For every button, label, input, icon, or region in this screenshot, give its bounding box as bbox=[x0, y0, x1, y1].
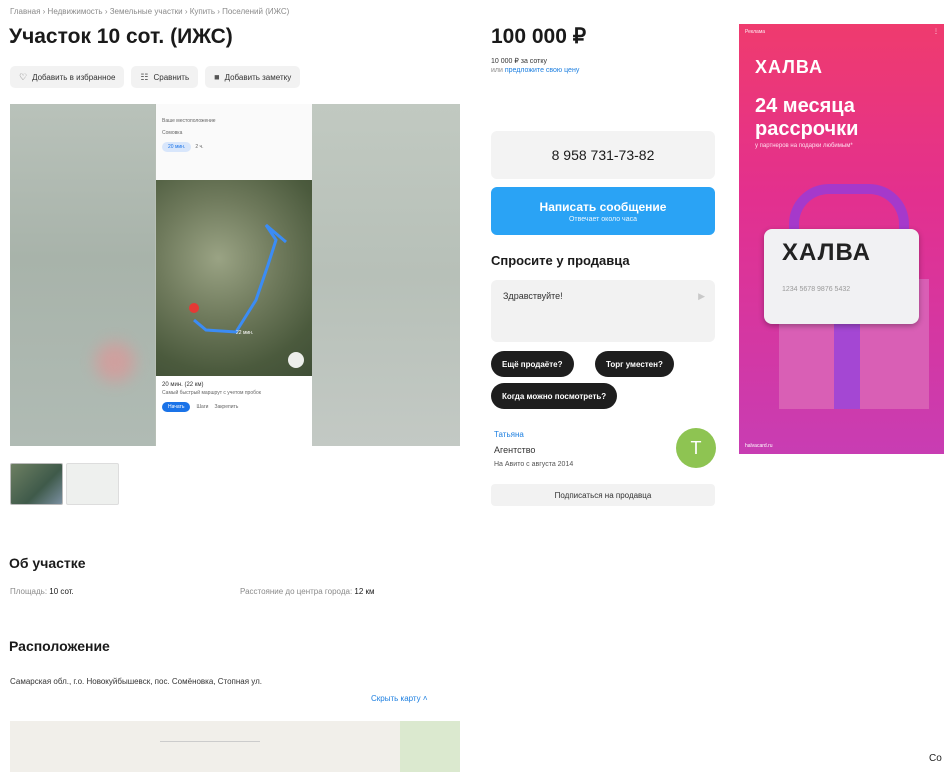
route-from: Ваше местоположение bbox=[162, 118, 216, 124]
location-heading: Расположение bbox=[9, 638, 110, 654]
message-button-label: Написать сообщение bbox=[539, 199, 667, 214]
ad-card-brand: ХАЛВА bbox=[782, 239, 871, 266]
avatar[interactable]: Т bbox=[676, 428, 716, 468]
ad-domain: halvacard.ru bbox=[745, 443, 773, 449]
map-road bbox=[160, 741, 260, 742]
main-photo[interactable]: Ваше местоположение Сомовка 20 мин. 2 ч.… bbox=[156, 104, 312, 446]
map-route-label: 22 мин. bbox=[236, 330, 254, 336]
ask-seller-heading: Спросите у продавца bbox=[491, 253, 630, 268]
satellite-map: 22 мин. bbox=[156, 180, 312, 376]
write-message-button[interactable]: Написать сообщение Отвечает около часа bbox=[491, 187, 715, 235]
thumbnail-strip bbox=[10, 463, 119, 505]
save-label: Закрепить bbox=[214, 404, 239, 410]
price: 100 000 ₽ bbox=[491, 25, 587, 48]
about-heading: Об участке bbox=[9, 555, 86, 571]
favorite-label: Добавить в избранное bbox=[32, 72, 116, 82]
offer-prefix: или bbox=[491, 67, 503, 74]
breadcrumb[interactable]: Главная › Недвижимость › Земельные участ… bbox=[10, 7, 289, 16]
add-to-favorites-button[interactable]: ♡ Добавить в избранное bbox=[10, 66, 125, 88]
seller-type: Агентство bbox=[494, 445, 536, 455]
page-title: Участок 10 сот. (ИЖС) bbox=[9, 25, 233, 48]
distance-value: 12 км bbox=[354, 587, 375, 596]
seller-since: На Авито с августа 2014 bbox=[494, 461, 574, 468]
map-green-area bbox=[400, 721, 460, 772]
mode-walk: 2 ч. bbox=[195, 144, 204, 150]
distance-label: Расстояние до центра города: bbox=[240, 587, 353, 596]
thumbnail-2[interactable] bbox=[66, 463, 119, 505]
ad-headline-line-2: рассрочки bbox=[755, 118, 859, 140]
route-panel: Ваше местоположение Сомовка 20 мин. 2 ч. bbox=[156, 104, 312, 181]
photo-blur-marker bbox=[95, 342, 135, 382]
ask-seller-input[interactable]: Здравствуйте! ▶ bbox=[491, 280, 715, 342]
quick-question-bargain[interactable]: Торг уместен? bbox=[595, 351, 674, 377]
ad-headline-line-1: 24 месяца bbox=[755, 95, 855, 117]
ad-banner[interactable]: Реклама ⋮ ХАЛВА 24 месяца рассрочки у па… bbox=[739, 24, 944, 454]
route-note: Самый быстрый маршрут с учетом пробок bbox=[162, 390, 261, 396]
distance-param: Расстояние до центра города: 12 км bbox=[240, 587, 375, 596]
ad-subtext: у партнеров на подарки любимым* bbox=[755, 143, 853, 149]
photo-gallery[interactable]: Ваше местоположение Сомовка 20 мин. 2 ч.… bbox=[10, 104, 460, 446]
photo-blur-right bbox=[312, 104, 460, 446]
area-value: 10 сот. bbox=[49, 587, 74, 596]
location-map[interactable] bbox=[10, 721, 460, 772]
route-summary: 20 мин. (22 км) Самый быстрый маршрут с … bbox=[156, 376, 312, 446]
area-param: Площадь: 10 сот. bbox=[10, 587, 74, 596]
route-line bbox=[189, 223, 304, 368]
heart-icon: ♡ bbox=[19, 71, 28, 82]
note-icon: ■ bbox=[214, 72, 220, 82]
mode-car: 20 мин. bbox=[162, 142, 192, 152]
listing-actions: ♡ Добавить в избранное ☷ Сравнить ■ Доба… bbox=[10, 66, 301, 88]
route-eta: 20 мин. (22 км) bbox=[162, 382, 204, 388]
quick-question-still-selling[interactable]: Ещё продаёте? bbox=[491, 351, 574, 377]
compare-label: Сравнить bbox=[153, 72, 190, 82]
subscribe-seller-button[interactable]: Подписаться на продавца bbox=[491, 484, 715, 506]
corner-widget[interactable]: Co bbox=[929, 753, 942, 764]
seller-name[interactable]: Татьяна bbox=[494, 430, 524, 439]
photo-blur-left bbox=[10, 104, 155, 446]
ad-label: Реклама bbox=[745, 29, 766, 35]
steps-label: Шаги bbox=[196, 404, 209, 410]
reply-time: Отвечает около часа bbox=[568, 215, 637, 223]
hide-map-link[interactable]: Скрыть карту ˄ bbox=[371, 694, 428, 703]
compare-button[interactable]: ☷ Сравнить bbox=[131, 66, 199, 88]
offer-price-link[interactable]: предложите свою цену bbox=[505, 67, 579, 74]
note-label: Добавить заметку bbox=[224, 72, 292, 82]
route-to: Сомовка bbox=[162, 130, 183, 136]
offer-line: или предложите свою цену bbox=[491, 67, 579, 74]
more-icon[interactable]: ⋮ bbox=[933, 28, 939, 35]
address: Самарская обл., г.о. Новокуйбышевск, пос… bbox=[10, 677, 263, 686]
compare-icon: ☷ bbox=[140, 71, 149, 82]
show-phone-button[interactable]: 8 958 731-73-82 bbox=[491, 131, 715, 179]
area-label: Площадь: bbox=[10, 587, 48, 596]
quick-question-viewing[interactable]: Когда можно посмотреть? bbox=[491, 383, 618, 409]
price-per-area: 10 000 ₽ за сотку bbox=[491, 58, 547, 65]
ad-brand: ХАЛВА bbox=[755, 57, 823, 77]
ad-card-number: 1234 5678 9876 5432 bbox=[782, 286, 851, 293]
ad-card-image: ХАЛВА 1234 5678 9876 5432 bbox=[764, 229, 919, 324]
start-navigation-pill: Начать bbox=[162, 402, 191, 412]
send-icon[interactable]: ▶ bbox=[698, 291, 705, 302]
thumbnail-1[interactable] bbox=[10, 463, 63, 505]
ad-headline: 24 месяца рассрочки bbox=[755, 95, 858, 141]
ask-input-value: Здравствуйте! bbox=[503, 291, 563, 301]
add-note-button[interactable]: ■ Добавить заметку bbox=[205, 66, 301, 88]
